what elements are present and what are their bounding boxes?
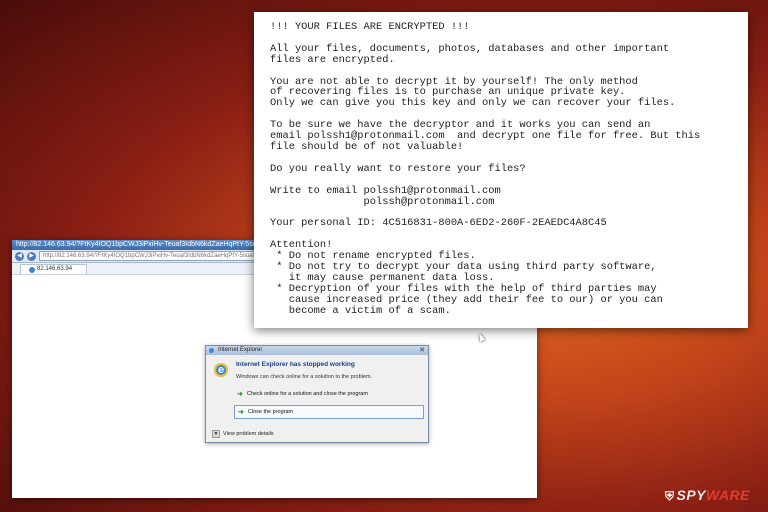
- green-arrow-icon: ➜: [237, 391, 243, 398]
- view-details-label: View problem details: [223, 431, 274, 437]
- dialog-heading: Internet Explorer has stopped working: [236, 361, 355, 368]
- dialog-title: Internet Explorer: [218, 347, 263, 353]
- internet-explorer-icon: e: [214, 363, 228, 377]
- dialog-titlebar: Internet Explorer ✕: [206, 346, 428, 355]
- dialog-body: e Internet Explorer has stopped working …: [206, 355, 428, 419]
- browser-tab[interactable]: 82.146.63.94: [20, 264, 88, 274]
- close-icon[interactable]: ✕: [419, 346, 425, 355]
- close-program-option[interactable]: ➜ Close the program: [234, 405, 424, 419]
- watermark-part2: WARE: [706, 487, 750, 503]
- tab-label: 82.146.63.94: [37, 266, 73, 272]
- ransom-note-text: !!! YOUR FILES ARE ENCRYPTED !!! All you…: [270, 21, 701, 317]
- ie-tab-icon: [29, 266, 35, 273]
- check-online-option[interactable]: ➜ Check online for a solution and close …: [234, 388, 422, 400]
- ie-crash-dialog: Internet Explorer ✕ e Internet Explorer …: [205, 345, 429, 443]
- view-details-toggle[interactable]: ▼ View problem details: [212, 430, 274, 438]
- close-program-label: Close the program: [247, 409, 294, 415]
- forward-arrow-icon[interactable]: ▶: [27, 251, 36, 261]
- ransom-note-window: !!! YOUR FILES ARE ENCRYPTED !!! All you…: [254, 12, 748, 328]
- check-online-label: Check online for a solution and close th…: [246, 391, 368, 397]
- dialog-subtext: Windows can check online for a solution …: [236, 374, 373, 380]
- shield-icon: ⛨: [664, 489, 675, 503]
- watermark-logo: ⛨ SPYWARE: [665, 487, 750, 504]
- address-bar[interactable]: http://82.146.63.94/?FtKy4IOQ1bpCWJ3iPxi…: [39, 251, 274, 261]
- ie-title-icon: [209, 348, 214, 353]
- green-arrow-icon: ➜: [238, 409, 244, 416]
- chevron-down-icon: ▼: [212, 430, 220, 438]
- watermark-part1: SPY: [676, 487, 706, 503]
- back-arrow-icon[interactable]: ◀: [15, 251, 24, 261]
